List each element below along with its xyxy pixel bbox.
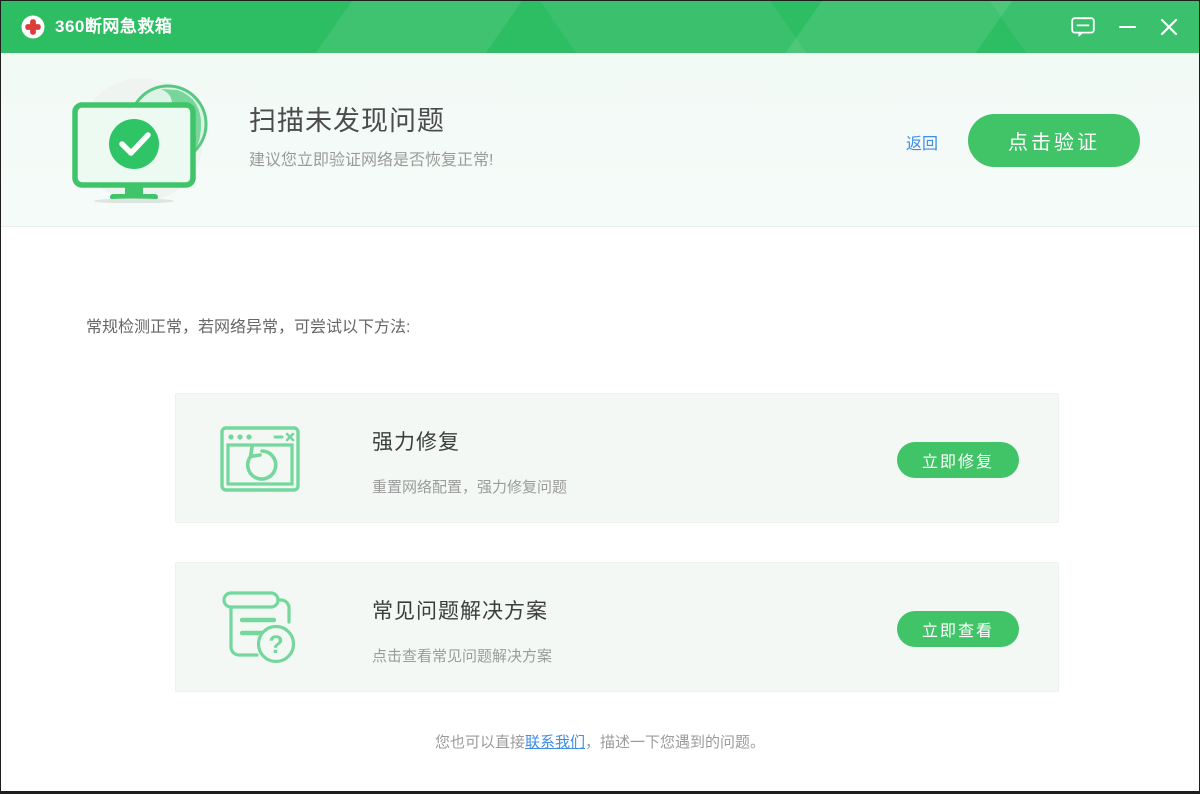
monitor-check-globe-icon bbox=[65, 77, 225, 203]
section-hint: 常规检测正常，若网络异常，可尝试以下方法: bbox=[86, 313, 410, 337]
card-force-repair: 强力修复 重置网络配置，强力修复问题 立即修复 bbox=[175, 393, 1059, 523]
document-question-icon: ? bbox=[216, 583, 304, 671]
scan-result-title: 扫描未发现问题 bbox=[249, 99, 445, 138]
contact-us-link[interactable]: 联系我们 bbox=[525, 734, 585, 751]
red-cross-logo-icon bbox=[21, 15, 45, 39]
titlebar-pattern bbox=[773, 1, 1019, 53]
close-button[interactable] bbox=[1147, 1, 1191, 53]
close-icon bbox=[1160, 18, 1178, 36]
repair-now-button[interactable]: 立即修复 bbox=[897, 442, 1019, 478]
app-window: 360断网急救箱 bbox=[0, 0, 1200, 794]
view-now-button[interactable]: 立即查看 bbox=[897, 611, 1019, 647]
titlebar-pattern bbox=[303, 1, 529, 53]
result-header: 扫描未发现问题 建议您立即验证网络是否恢复正常! 返回 点击验证 bbox=[1, 53, 1199, 227]
card-title: 强力修复 bbox=[372, 426, 460, 456]
card-description: 重置网络配置，强力修复问题 bbox=[372, 476, 567, 497]
minimize-icon bbox=[1119, 26, 1136, 28]
minimize-button[interactable] bbox=[1107, 1, 1147, 53]
title-bar: 360断网急救箱 bbox=[1, 1, 1199, 53]
card-faq: ? 常见问题解决方案 点击查看常见问题解决方案 立即查看 bbox=[175, 562, 1059, 692]
scan-result-subtitle: 建议您立即验证网络是否恢复正常! bbox=[249, 146, 493, 170]
titlebar-pattern bbox=[533, 1, 819, 53]
verify-button[interactable]: 点击验证 bbox=[968, 114, 1140, 167]
card-title: 常见问题解决方案 bbox=[372, 595, 548, 625]
card-description: 点击查看常见问题解决方案 bbox=[372, 645, 552, 666]
footer-note: 您也可以直接联系我们，描述一下您遇到的问题。 bbox=[1, 731, 1199, 752]
feedback-icon bbox=[1071, 17, 1095, 38]
footer-text-prefix: 您也可以直接 bbox=[435, 734, 525, 751]
footer-text-suffix: ，描述一下您遇到的问题。 bbox=[585, 734, 765, 751]
browser-refresh-icon bbox=[216, 414, 304, 502]
feedback-button[interactable] bbox=[1063, 1, 1103, 53]
back-link[interactable]: 返回 bbox=[906, 130, 938, 154]
app-title: 360断网急救箱 bbox=[55, 1, 172, 53]
question-mark-glyph: ? bbox=[268, 631, 283, 659]
